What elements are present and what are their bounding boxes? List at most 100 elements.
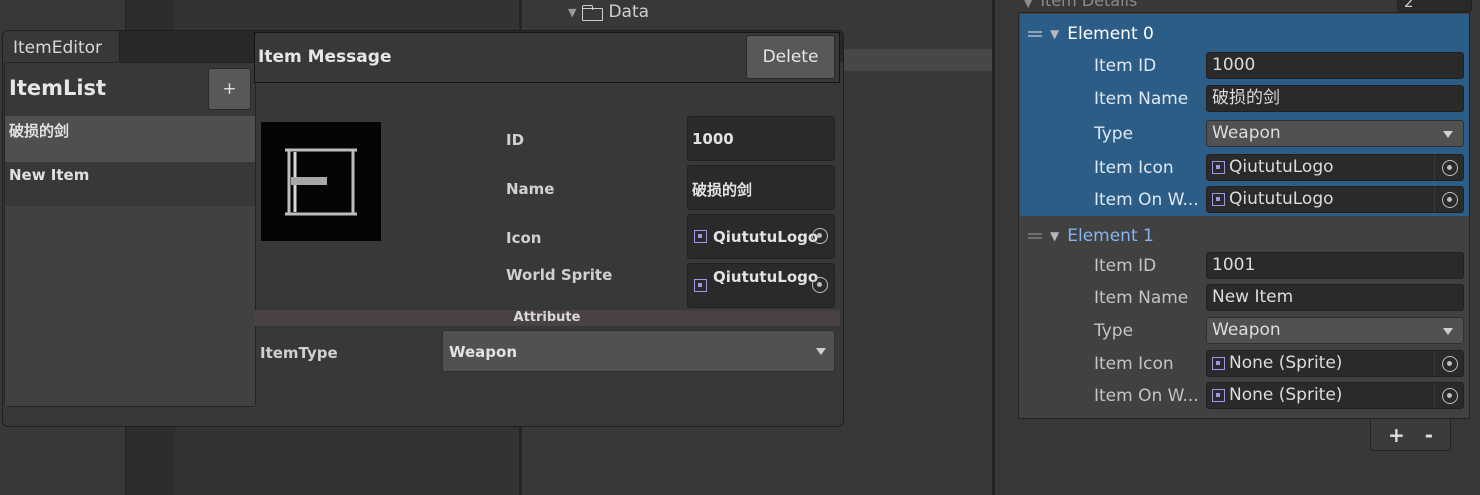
item-on-world-object-field[interactable]: QiututuLogo [1206,186,1464,213]
item-on-world-value: QiututuLogo [1229,189,1334,209]
foldout-arrow-icon[interactable]: ▼ [1050,229,1059,243]
item-message-title: Item Message [258,47,392,67]
item-id-label: Item ID [1094,256,1157,276]
item-on-world-row: Item On W... None (Sprite) [1094,382,1469,410]
world-sprite-value: QiututuLogo [713,268,819,286]
drag-handle-icon[interactable] [1028,31,1042,37]
dropdown-arrow-icon [1443,328,1453,335]
qiututu-logo-icon [285,148,357,216]
id-label: ID [506,131,525,149]
item-icon-label: Item Icon [1094,158,1174,178]
world-sprite-object-field[interactable]: QiututuLogo [687,263,835,308]
item-details-foldout[interactable]: ▼ Item Details [1022,0,1137,10]
item-list-pane: ItemList + 破损的剑 New Item [4,62,256,407]
id-field[interactable]: 1000 [687,116,835,161]
item-on-world-row: Item On W... QiututuLogo [1094,186,1469,214]
item-name-row: Item Name New Item [1094,284,1469,312]
item-id-row: Item ID 1000 [1094,52,1469,80]
type-dropdown[interactable]: Weapon [1206,120,1464,147]
attribute-section-header: Attribute [254,310,840,326]
sprite-icon [1212,161,1225,174]
object-picker-icon[interactable] [812,277,828,293]
add-element-button[interactable]: + [1388,423,1405,447]
item-list: 破损的剑 New Item [5,116,255,406]
item-id-field[interactable]: 1000 [1206,52,1464,79]
element-header[interactable]: ▼ Element 1 [1028,226,1154,246]
item-id-label: Item ID [1094,56,1157,76]
expand-arrow-icon[interactable]: ▼ [568,6,576,19]
item-icon-preview [261,122,381,241]
name-field[interactable]: 破损的剑 [687,165,835,210]
dropdown-arrow-icon [1443,131,1453,138]
foldout-arrow-icon[interactable]: ▼ [1022,0,1034,10]
sprite-icon [1212,193,1225,206]
object-picker-icon[interactable] [1442,388,1458,404]
type-value: Weapon [1212,123,1281,143]
type-label: Type [1094,124,1134,144]
object-picker-icon[interactable] [812,228,828,244]
list-item[interactable]: 破损的剑 [5,116,255,162]
tab-item-editor[interactable]: ItemEditor [3,31,120,62]
list-item[interactable]: New Item [5,162,255,206]
list-size-field[interactable]: 2 [1397,0,1472,12]
type-label: Type [1094,321,1134,341]
name-value: 破损的剑 [692,181,753,199]
project-tree-data-folder[interactable]: ▼ Data [568,2,649,22]
separator [1434,383,1435,408]
sprite-icon [694,230,707,243]
id-value: 1000 [692,130,734,148]
item-name-label: Item Name [1094,89,1189,109]
item-type-dropdown[interactable]: Weapon [442,330,835,372]
item-icon-row: Item Icon QiututuLogo [1094,154,1469,182]
drag-handle-icon[interactable] [1028,233,1042,239]
item-icon-value: QiututuLogo [1229,157,1334,177]
item-type-label: ItemType [260,344,338,362]
item-icon-label: Item Icon [1094,354,1174,374]
name-label: Name [506,180,555,198]
type-row: Type Weapon [1094,317,1469,345]
object-picker-icon[interactable] [1442,160,1458,176]
item-id-field[interactable]: 1001 [1206,252,1464,279]
item-icon-row: Item Icon None (Sprite) [1094,350,1469,378]
item-icon-object-field[interactable]: None (Sprite) [1206,350,1464,377]
sprite-icon [1212,389,1225,402]
type-row: Type Weapon [1094,120,1469,148]
item-id-row: Item ID 1001 [1094,252,1469,280]
delete-button[interactable]: Delete [746,35,835,79]
folder-open-icon [582,4,604,21]
item-type-value: Weapon [449,343,518,361]
item-on-world-object-field[interactable]: None (Sprite) [1206,382,1464,409]
item-icon-value: None (Sprite) [1229,353,1343,373]
separator [1434,187,1435,212]
list-element-0[interactable]: ▼ Element 0 Item ID 1000 Item Name 破损的剑 … [1020,14,1469,216]
icon-object-field[interactable]: QiututuLogo [687,214,835,259]
element-title: Element 0 [1067,24,1154,44]
add-item-button[interactable]: + [208,68,251,110]
separator [1434,351,1435,376]
object-picker-icon[interactable] [1442,356,1458,372]
remove-element-button[interactable]: - [1425,423,1433,447]
object-picker-icon[interactable] [1442,192,1458,208]
foldout-arrow-icon[interactable]: ▼ [1050,27,1059,41]
item-name-row: Item Name 破损的剑 [1094,85,1469,113]
item-on-world-value: None (Sprite) [1229,385,1343,405]
item-name-label: Item Name [1094,288,1189,308]
type-dropdown[interactable]: Weapon [1206,317,1464,344]
world-sprite-label: World Sprite [506,266,613,284]
item-icon-object-field[interactable]: QiututuLogo [1206,154,1464,181]
icon-value: QiututuLogo [713,228,819,246]
type-value: Weapon [1212,320,1281,340]
item-name-field[interactable]: 破损的剑 [1206,85,1464,112]
list-element-1[interactable]: ▼ Element 1 Item ID 1001 Item Name New I… [1020,216,1469,418]
element-title: Element 1 [1067,226,1154,246]
separator [1434,155,1435,180]
item-message-header: Item Message Delete [254,32,840,83]
folder-label: Data [608,2,650,22]
dropdown-arrow-icon [816,348,826,355]
item-on-world-label: Item On W... [1094,386,1199,406]
item-name-field[interactable]: New Item [1206,284,1464,311]
element-header[interactable]: ▼ Element 0 [1028,24,1154,44]
item-list-title: ItemList [9,76,107,100]
item-details-label: Item Details [1040,0,1138,10]
item-on-world-label: Item On W... [1094,190,1199,210]
